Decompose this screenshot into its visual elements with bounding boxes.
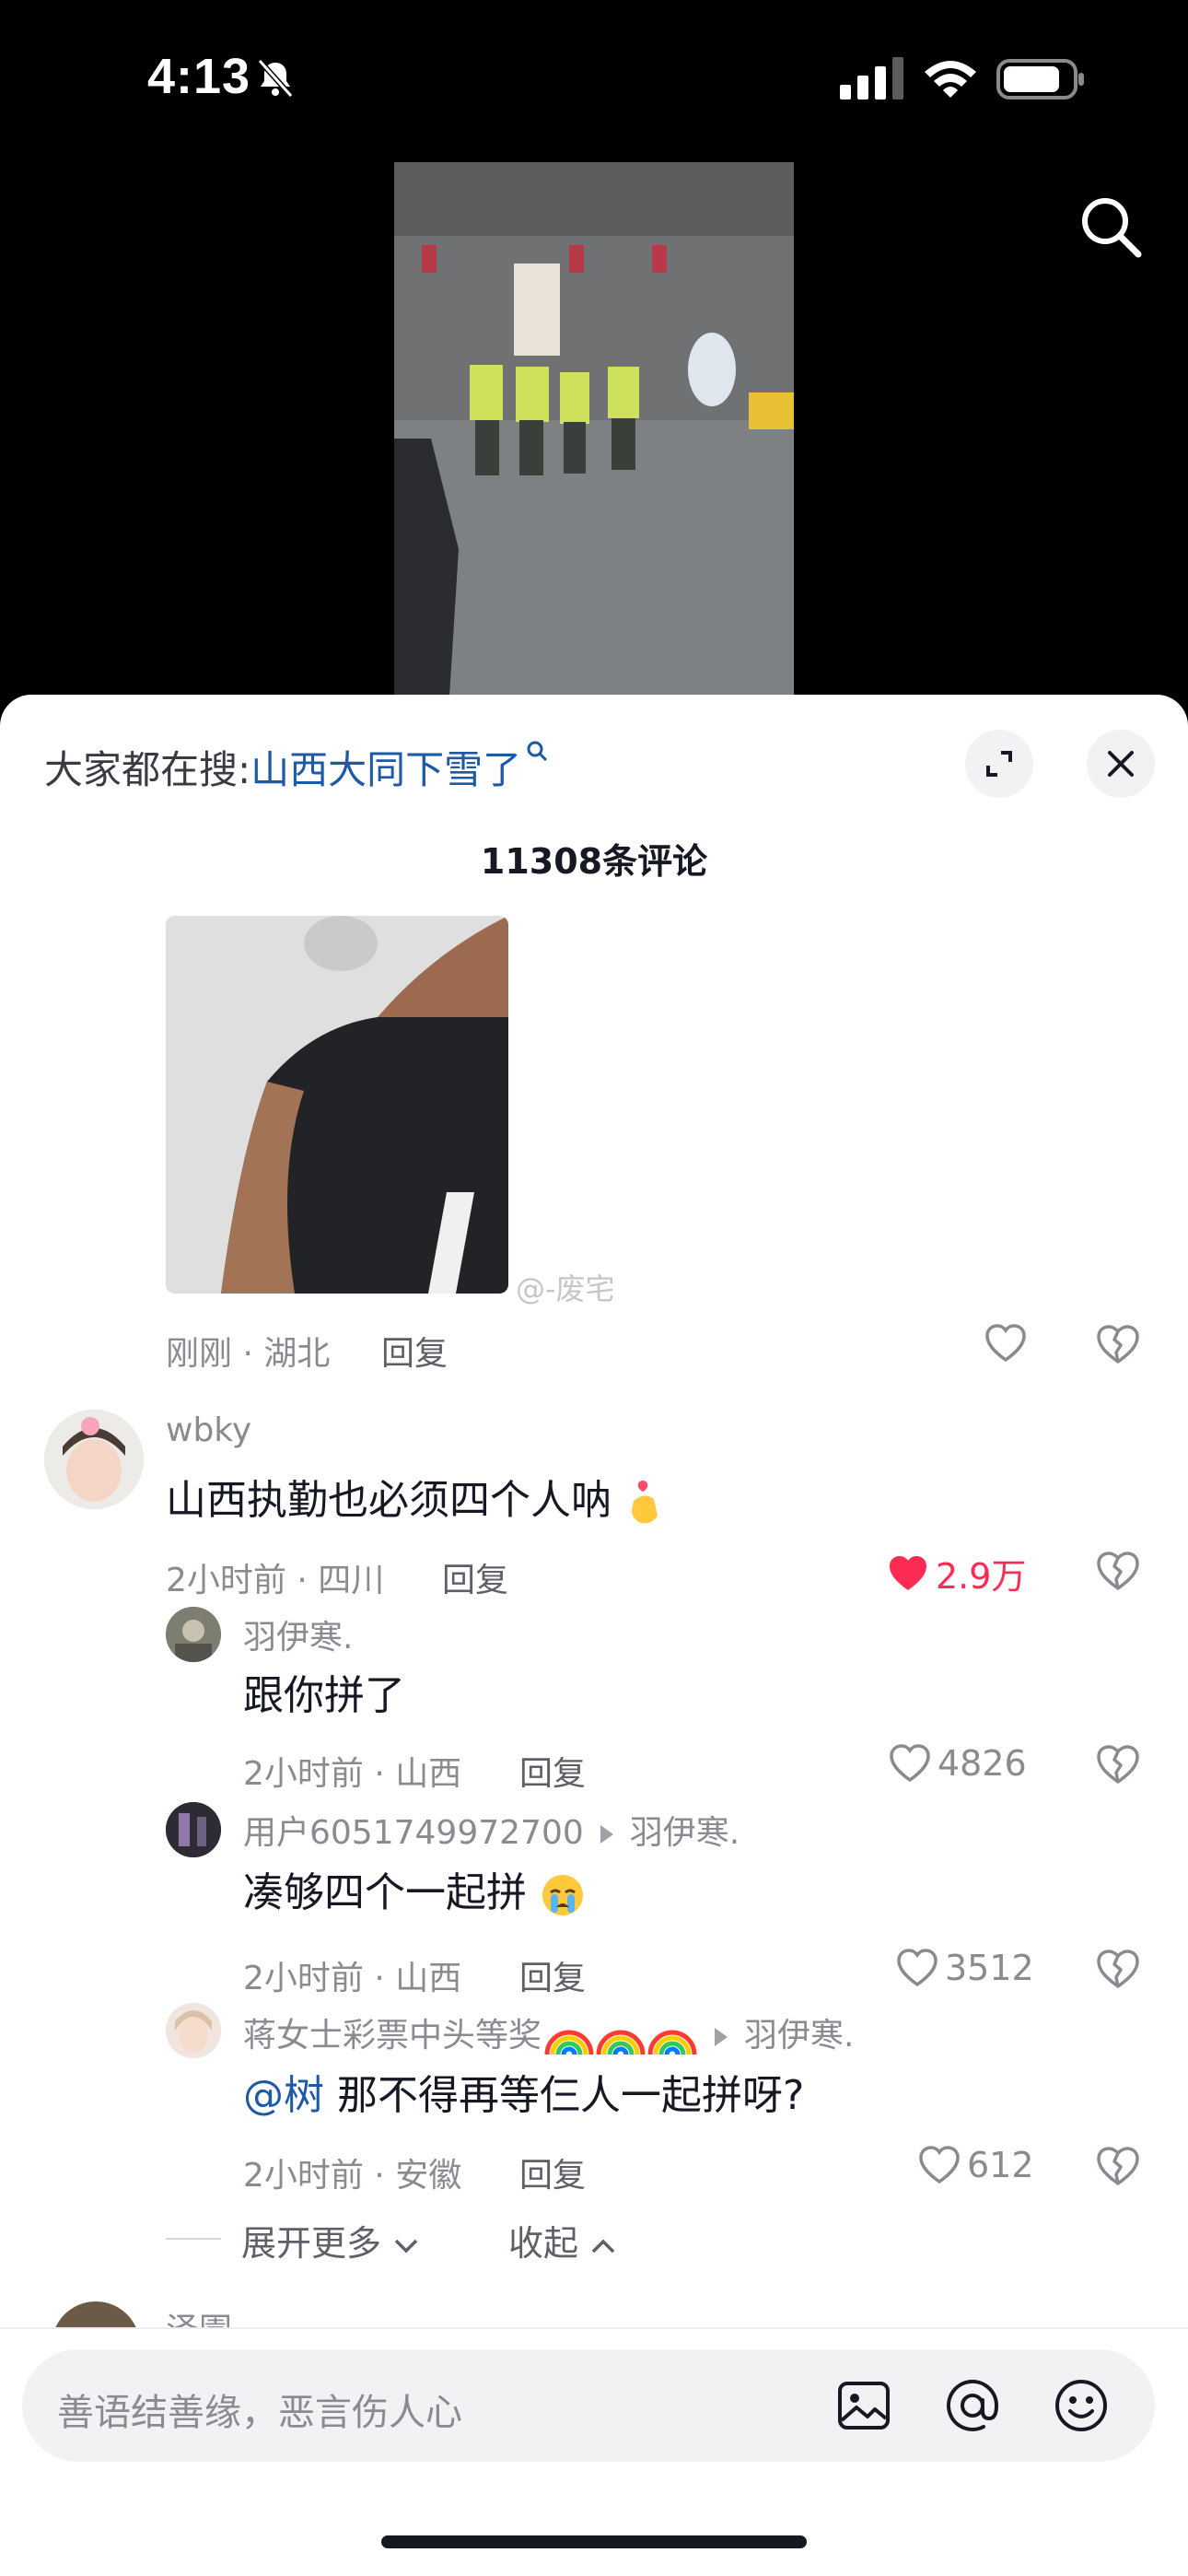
comment-text-content: 山西执勤也必须四个人呐 <box>166 1477 611 1524</box>
reply-button[interactable]: 回复 <box>519 1951 586 1999</box>
next-comment-peek: 泽園 <box>0 2298 1188 2327</box>
reply-text: 跟你拼了 <box>243 1672 405 1719</box>
like-count: 3512 <box>945 1948 1034 1988</box>
comment-image[interactable] <box>166 916 508 1294</box>
comments-sheet: 大家都在搜:山西大同下雪了 11308条评论 @-废宅 刚刚 · 湖北 回复 w… <box>0 695 1188 2576</box>
broken-heart-icon[interactable] <box>1094 1946 1142 1994</box>
avatar[interactable] <box>166 1607 221 1662</box>
comment-input-placeholder: 善语结善缘，恶言伤人心 <box>57 2392 462 2434</box>
reply-button[interactable]: 回复 <box>519 2149 586 2196</box>
reply-meta: 2小时前 · 安徽 <box>243 2157 462 2195</box>
avatar[interactable] <box>52 2301 140 2327</box>
close-sheet-button[interactable] <box>1087 730 1155 798</box>
chevron-down-icon <box>394 2239 418 2254</box>
reply-username[interactable]: 羽伊寒. <box>243 1610 353 1658</box>
comment-photo <box>166 916 508 1294</box>
search-small-icon <box>527 741 548 762</box>
like-button[interactable]: 2.9万 <box>886 1548 1027 1597</box>
like-count: 4826 <box>938 1743 1027 1784</box>
search-icon[interactable] <box>1076 192 1146 262</box>
cellular-signal-icon <box>840 57 903 100</box>
reply-text-content: 那不得再等仨人一起拼呀? <box>337 2072 805 2119</box>
heart-outline-icon <box>890 1744 930 1783</box>
reply-meta: 2小时前 · 山西 <box>243 1960 462 1997</box>
reply-header: 蒋女士彩票中头等奖 羽伊寒. <box>243 2008 854 2060</box>
status-bar: 4:13 <box>0 0 1188 157</box>
reply-button[interactable]: 回复 <box>519 1747 586 1795</box>
hot-search-keyword[interactable]: 山西大同下雪了 <box>250 747 521 792</box>
wifi-icon <box>925 61 976 98</box>
avatar-image <box>166 1607 221 1662</box>
reply-username[interactable]: 蒋女士彩票中头等奖 <box>243 2017 542 2055</box>
avatar[interactable] <box>44 1410 144 1509</box>
heart-outline-icon <box>919 2146 960 2184</box>
bell-muted-icon <box>257 58 294 99</box>
like-button[interactable]: 4826 <box>888 1741 1027 1789</box>
avatar-image <box>166 1802 221 1857</box>
comment-meta: 2小时前 · 四川 <box>166 1562 385 1599</box>
expand-more-label: 展开更多 <box>241 2223 382 2264</box>
like-button[interactable]: 3512 <box>895 1946 1034 1994</box>
comment-input[interactable]: 善语结善缘，恶言伤人心 <box>22 2349 1155 2462</box>
like-button[interactable]: 612 <box>917 2143 1034 2191</box>
rainbow-emoji-icons <box>544 2030 697 2055</box>
reply-text: 凑够四个一起拼 <box>243 1859 586 1918</box>
battery-icon <box>996 59 1084 100</box>
reply-username[interactable]: 用户6051749972700 <box>243 1814 584 1852</box>
broken-heart-icon[interactable] <box>1094 2143 1142 2191</box>
input-divider <box>0 2327 1188 2329</box>
heart-outline-icon <box>985 1324 1026 1363</box>
heart-outline-icon <box>897 1949 938 1987</box>
comment-meta: 刚刚 · 湖北 <box>166 1335 331 1373</box>
reply-to-username[interactable]: 羽伊寒. <box>630 1814 740 1852</box>
emoji-icon[interactable] <box>1052 2376 1111 2435</box>
finger-heart-emoji-icon <box>632 1481 658 1524</box>
reply-text-content: 凑够四个一起拼 <box>243 1869 527 1916</box>
image-icon[interactable] <box>834 2376 893 2435</box>
mention-icon[interactable] <box>943 2376 1002 2435</box>
like-count: 612 <box>967 2145 1034 2185</box>
chevron-up-icon <box>591 2239 615 2254</box>
avatar-image <box>44 1410 144 1509</box>
hot-search-prefix: 大家都在搜: <box>44 747 251 792</box>
hot-search-banner[interactable]: 大家都在搜:山西大同下雪了 <box>44 739 549 795</box>
thread-divider <box>166 2238 221 2240</box>
avatar-image <box>166 2003 221 2058</box>
broken-heart-icon[interactable] <box>1094 1321 1142 1369</box>
expand-sheet-button[interactable] <box>965 730 1033 798</box>
avatar[interactable] <box>166 1802 221 1857</box>
comment-username[interactable]: wbky <box>166 1411 251 1449</box>
reply-to-arrow-icon <box>600 1825 613 1844</box>
heart-filled-icon <box>890 1555 926 1590</box>
reply-to-username[interactable]: 羽伊寒. <box>744 2017 854 2055</box>
reply-button[interactable]: 回复 <box>381 1327 448 1375</box>
reply-meta: 2小时前 · 山西 <box>243 1755 462 1793</box>
home-indicator[interactable] <box>381 2535 807 2548</box>
crying-face-emoji-icon <box>542 1875 583 1915</box>
comment-username[interactable]: 泽園 <box>166 2303 232 2327</box>
collapse-button[interactable]: 收起 <box>508 2215 617 2266</box>
broken-heart-icon[interactable] <box>1094 1741 1142 1789</box>
reply-to-arrow-icon <box>715 2028 728 2046</box>
watermark: @-废宅 <box>516 1271 615 1306</box>
status-time: 4:13 <box>147 49 251 104</box>
reply-button[interactable]: 回复 <box>442 1553 508 1601</box>
video-frame <box>394 162 794 697</box>
reply-text: @树 那不得再等仨人一起拼呀? <box>243 2062 804 2121</box>
comment-text: 山西执勤也必须四个人呐 <box>166 1467 665 1527</box>
expand-more-button[interactable]: 展开更多 <box>241 2215 420 2266</box>
like-button[interactable] <box>984 1321 1028 1369</box>
mention-link[interactable]: @树 <box>243 2072 324 2119</box>
broken-heart-icon[interactable] <box>1094 1548 1142 1596</box>
avatar[interactable] <box>166 2003 221 2058</box>
video-player[interactable] <box>394 162 794 697</box>
close-icon <box>1108 751 1134 777</box>
collapse-label: 收起 <box>508 2223 579 2264</box>
expand-icon <box>986 751 1012 777</box>
comment-count: 11308条评论 <box>480 841 708 882</box>
like-count: 2.9万 <box>936 1556 1027 1597</box>
reply-header: 用户6051749972700 羽伊寒. <box>243 1806 740 1854</box>
